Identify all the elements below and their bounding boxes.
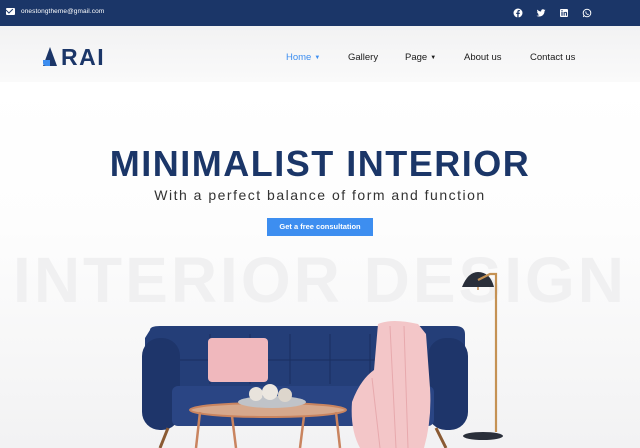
hero-subtitle: With a perfect balance of form and funct… [154, 187, 486, 203]
facebook-icon[interactable] [513, 8, 523, 18]
floor-lamp [462, 272, 503, 440]
linkedin-icon[interactable] [559, 8, 569, 18]
pillow [208, 338, 268, 382]
hero-title: MINIMALIST INTERIOR [109, 143, 531, 184]
nav-gallery[interactable]: Gallery [348, 52, 378, 63]
top-bar: onestongtheme@gmail.com [0, 0, 640, 26]
logo-mark-icon [43, 47, 57, 66]
logo-text: RAI [61, 44, 106, 70]
nav-home[interactable]: Home ▼ [286, 52, 320, 63]
chevron-down-icon: ▼ [430, 55, 437, 61]
twitter-icon[interactable] [536, 8, 546, 18]
nav-about-us[interactable]: About us [464, 52, 502, 63]
nav-home-label: Home [286, 52, 312, 63]
brand-logo[interactable]: RAI [43, 46, 105, 69]
consultation-button[interactable]: Get a free consultation [267, 218, 373, 236]
nav-page[interactable]: Page ▼ [405, 52, 436, 63]
nav-page-label: Page [405, 52, 428, 63]
nav-contact-us[interactable]: Contact us [530, 52, 575, 63]
hero-furniture-image [142, 272, 503, 448]
contact-email[interactable]: onestongtheme@gmail.com [21, 8, 104, 15]
chevron-down-icon: ▼ [314, 55, 321, 61]
mail-icon [6, 8, 15, 15]
nav-contact-label: Contact us [530, 52, 576, 63]
nav-about-label: About us [464, 52, 502, 63]
whatsapp-icon[interactable] [582, 8, 592, 18]
nav-gallery-label: Gallery [348, 52, 379, 63]
